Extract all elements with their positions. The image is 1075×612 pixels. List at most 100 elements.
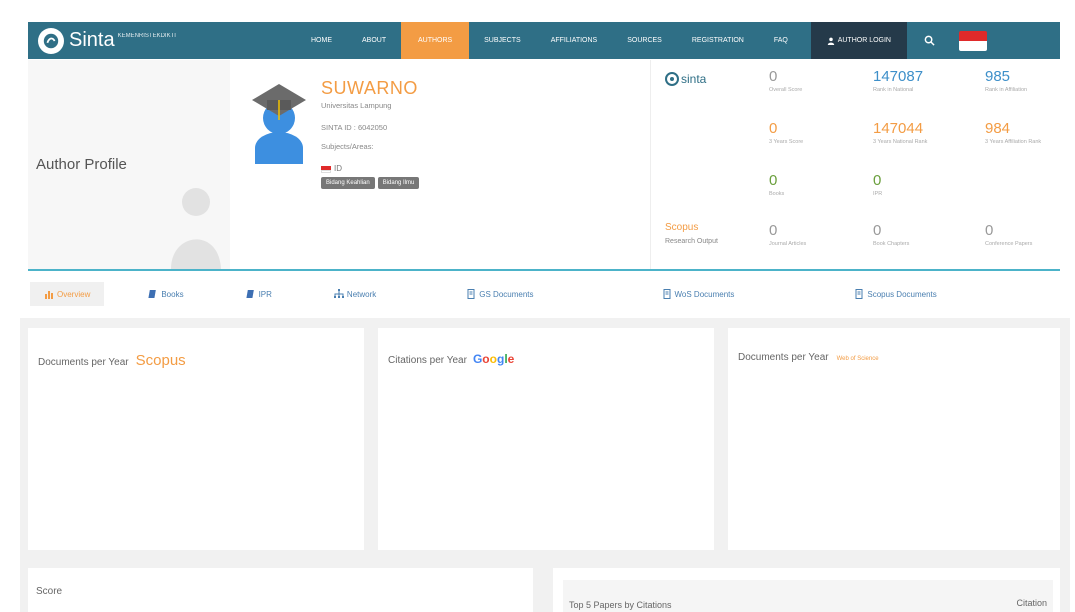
badge-group: Bidang Keahlian Bidang Ilmu bbox=[321, 177, 420, 189]
section-divider bbox=[28, 269, 1060, 271]
stat-conference-papers: 0 Conference Papers bbox=[985, 222, 1032, 247]
nav-home[interactable]: HOME bbox=[296, 22, 347, 59]
search-button[interactable] bbox=[907, 22, 953, 59]
search-icon bbox=[925, 35, 935, 46]
stat-overall-score: 0 Overall Score bbox=[769, 68, 802, 93]
nav-subjects[interactable]: SUBJECTS bbox=[469, 22, 536, 59]
stat-label: Overall Score bbox=[769, 87, 803, 93]
tab-label: GS Documents bbox=[479, 289, 534, 299]
stat-journal-articles: 0 Journal Articles bbox=[769, 222, 806, 247]
author-subjects: Subjects/Areas: bbox=[321, 142, 374, 151]
user-icon bbox=[827, 37, 834, 45]
stat-3y-national-rank: 147044 3 Years National Rank bbox=[873, 120, 927, 145]
score-title: Score bbox=[36, 586, 63, 597]
tab-wos-documents[interactable]: WoS Documents bbox=[662, 289, 735, 299]
tab-label: Overview bbox=[57, 289, 91, 299]
stat-value: 0 bbox=[873, 172, 882, 189]
score-card: Score bbox=[28, 568, 533, 612]
card-title-text: Citations per Year bbox=[388, 355, 467, 366]
author-info-panel: SUWARNO Universitas Lampung SINTA ID : 6… bbox=[230, 60, 650, 270]
nav-about[interactable]: ABOUT bbox=[347, 22, 401, 59]
stat-value: 984 bbox=[985, 120, 1011, 137]
document-icon bbox=[663, 289, 671, 299]
book-icon bbox=[148, 290, 157, 298]
tab-ipr[interactable]: IPR bbox=[245, 289, 272, 299]
scopus-logo: Scopus bbox=[135, 352, 186, 369]
top5-table-header: Top 5 Papers by Citations Citation bbox=[563, 580, 1053, 612]
nav-registration[interactable]: REGISTRATION bbox=[677, 22, 759, 59]
sinta-small-icon bbox=[665, 72, 679, 86]
stat-value: 147087 bbox=[873, 68, 924, 85]
network-icon bbox=[333, 289, 344, 298]
document-icon bbox=[467, 289, 475, 299]
documents-per-year-scopus-card: Documents per Year Scopus bbox=[28, 328, 364, 550]
top-navbar: Sinta KEMENRISTEKDIKTI HOME ABOUT AUTHOR… bbox=[28, 22, 1060, 59]
stat-value: 985 bbox=[985, 68, 1011, 85]
card-title-text: Documents per Year bbox=[738, 352, 829, 363]
profile-tabs: Overview Books IPR Network GS Documents … bbox=[28, 276, 1060, 312]
author-login-button[interactable]: AUTHOR LOGIN bbox=[810, 22, 907, 59]
nav-authors[interactable]: AUTHORS bbox=[401, 22, 470, 59]
sinta-stats-logo: sinta bbox=[665, 72, 706, 86]
author-affiliation[interactable]: Universitas Lampung bbox=[321, 101, 391, 110]
brand-name: Sinta bbox=[69, 29, 115, 51]
stat-label: Rank in Affiliation bbox=[985, 87, 1028, 93]
profile-section-header: Author Profile bbox=[28, 60, 230, 270]
bar-chart-icon bbox=[45, 291, 53, 299]
nav-faq[interactable]: FAQ bbox=[759, 22, 803, 59]
badge-bidang-keahlian[interactable]: Bidang Keahlian bbox=[321, 177, 375, 189]
author-stats-panel: sinta 0 Overall Score 147087 Rank in Nat… bbox=[650, 60, 1060, 270]
card-title: Documents per Year Scopus bbox=[38, 352, 186, 369]
document-icon bbox=[855, 289, 863, 299]
badge-bidang-ilmu[interactable]: Bidang Ilmu bbox=[377, 177, 420, 189]
stat-value: 0 bbox=[873, 222, 882, 239]
stat-value: 147044 bbox=[873, 120, 924, 137]
stat-label: 3 Years National Rank bbox=[873, 139, 928, 145]
stat-value: 0 bbox=[769, 120, 778, 137]
tab-label: Network bbox=[346, 289, 377, 299]
nav-sources[interactable]: SOURCES bbox=[612, 22, 677, 59]
author-country: ID bbox=[334, 164, 342, 173]
stat-label: 3 Years Affiliation Rank bbox=[985, 139, 1042, 145]
citation-column-header: Citation bbox=[1016, 598, 1047, 608]
card-title: Citations per Year Google bbox=[388, 352, 514, 366]
stat-book-chapters: 0 Book Chapters bbox=[873, 222, 909, 247]
author-login-label: AUTHOR LOGIN bbox=[837, 37, 891, 44]
stat-3y-affiliation-rank: 984 3 Years Affiliation Rank bbox=[985, 120, 1041, 145]
documents-per-year-wos-card: Documents per Year Web of Science bbox=[728, 328, 1060, 550]
brand[interactable]: Sinta KEMENRISTEKDIKTI bbox=[28, 27, 288, 54]
tab-scopus-documents[interactable]: Scopus Documents bbox=[854, 289, 937, 299]
top5-title: Top 5 Papers by Citations bbox=[569, 600, 672, 610]
stat-label: IPR bbox=[873, 191, 883, 197]
stat-label: Book Chapters bbox=[873, 241, 910, 247]
google-logo: Google bbox=[472, 352, 515, 366]
wos-logo: Web of Science bbox=[836, 356, 879, 362]
stat-books: 0 Books bbox=[769, 172, 784, 197]
tab-gs-documents[interactable]: GS Documents bbox=[466, 289, 534, 299]
stat-value: 0 bbox=[769, 68, 778, 85]
author-sinta-id: SINTA ID : 6042050 bbox=[321, 123, 388, 132]
country-flag-icon bbox=[321, 166, 331, 173]
stat-ipr: 0 IPR bbox=[873, 172, 882, 197]
tab-network[interactable]: Network bbox=[333, 289, 377, 299]
author-name[interactable]: SUWARNO bbox=[321, 78, 418, 99]
stat-3y-score: 0 3 Years Score bbox=[769, 120, 803, 145]
top5-papers-card: Top 5 Papers by Citations Citation bbox=[553, 568, 1060, 612]
sinta-logo-icon bbox=[38, 27, 64, 54]
card-title: Documents per Year Web of Science bbox=[738, 352, 879, 363]
brand-subtitle: KEMENRISTEKDIKTI bbox=[117, 32, 176, 39]
nav-affiliations[interactable]: AFFILIATIONS bbox=[536, 22, 613, 59]
indonesia-flag-icon[interactable] bbox=[958, 30, 987, 51]
scopus-research-output-label: Research Output bbox=[665, 238, 718, 245]
tab-label: WoS Documents bbox=[674, 289, 735, 299]
avatar-graduate-icon bbox=[252, 84, 306, 164]
stat-value: 0 bbox=[769, 222, 778, 239]
tab-books[interactable]: Books bbox=[148, 289, 184, 299]
stat-rank-national: 147087 Rank in National bbox=[873, 68, 923, 93]
tab-overview[interactable]: Overview bbox=[30, 282, 105, 306]
tab-label: Books bbox=[161, 289, 184, 299]
page-title: Author Profile bbox=[36, 156, 127, 173]
stat-label: Rank in National bbox=[873, 87, 914, 93]
stat-label: Journal Articles bbox=[769, 241, 807, 247]
stat-rank-affiliation: 985 Rank in Affiliation bbox=[985, 68, 1027, 93]
